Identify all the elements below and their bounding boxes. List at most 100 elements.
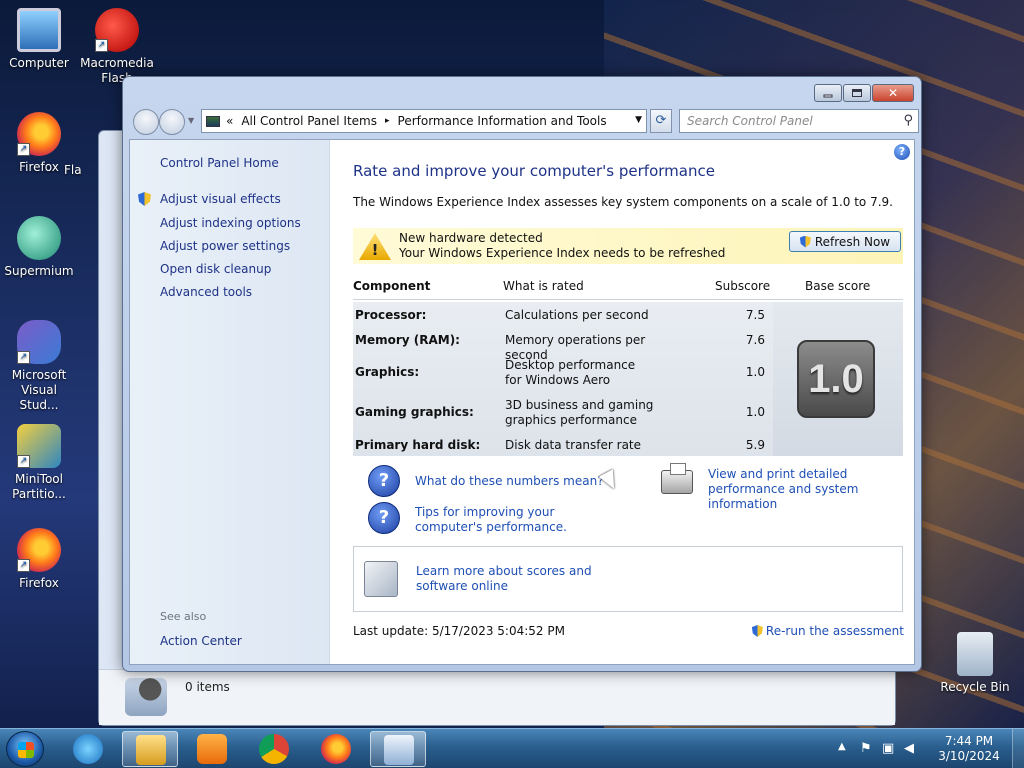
notice-title: New hardware detected — [399, 231, 543, 245]
shortcut-arrow-icon: ↗ — [17, 143, 30, 156]
page-description: The Windows Experience Index assesses ke… — [353, 195, 893, 209]
desktop-icon-visual-studio[interactable]: ↗ Microsoft Visual Stud... — [0, 320, 78, 413]
what-do-numbers-mean-link[interactable]: What do these numbers mean? — [415, 474, 604, 489]
close-button[interactable]: ✕ — [872, 84, 914, 102]
notice-message: Your Windows Experience Index needs to b… — [399, 246, 726, 260]
uac-shield-icon — [799, 235, 811, 248]
recycle-bin-icon — [957, 632, 993, 676]
address-bar[interactable]: « All Control Panel Items ▸ Performance … — [201, 109, 647, 133]
subscore-cell: 1.0 — [745, 405, 765, 419]
status-bar: 0 items — [99, 669, 895, 725]
action-center-link[interactable]: Action Center — [160, 634, 242, 648]
view-print-details-link[interactable]: View and print detailed performance and … — [708, 467, 908, 512]
action-center-flag-icon[interactable]: ⚑ — [860, 741, 872, 756]
adjust-power-settings-link[interactable]: Adjust power settings — [160, 239, 290, 253]
breadcrumb-performance[interactable]: Performance Information and Tools — [398, 114, 607, 128]
desktop-icon-firefox-2[interactable]: ↗ Firefox — [0, 528, 78, 591]
taskbar-windows-explorer[interactable] — [122, 731, 178, 767]
taskbar-firefox[interactable] — [308, 731, 364, 767]
taskbar-control-panel[interactable] — [370, 731, 426, 767]
desktop-icon-minitool[interactable]: ↗ MiniTool Partitio... — [0, 424, 78, 502]
taskbar-internet-explorer[interactable] — [60, 731, 116, 767]
minimize-button[interactable] — [814, 84, 842, 102]
flash-icon: ↗ — [95, 8, 139, 52]
folder-explorer-icon — [136, 735, 166, 765]
help-icon[interactable]: ? — [894, 144, 910, 160]
open-disk-cleanup-link[interactable]: Open disk cleanup — [160, 262, 271, 276]
content-area: Control Panel Home Adjust visual effects… — [129, 139, 915, 665]
address-dropdown-icon[interactable]: ▼ — [635, 115, 642, 125]
network-icon[interactable]: ▣ — [882, 741, 894, 756]
breadcrumb-overflow[interactable]: « — [226, 114, 233, 128]
forward-button[interactable] — [159, 109, 185, 135]
close-icon: ✕ — [887, 86, 899, 100]
desktop-icon-label: Visual Stud... — [19, 383, 59, 412]
show-hidden-icons-icon[interactable]: ▲ — [838, 741, 846, 752]
table-row: Primary hard disk: Disk data transfer ra… — [353, 438, 773, 456]
firefox-icon: ↗ — [17, 528, 61, 572]
adjust-indexing-options-link[interactable]: Adjust indexing options — [160, 216, 301, 230]
adjust-visual-effects-link[interactable]: Adjust visual effects — [160, 192, 281, 206]
desktop-icon-computer[interactable]: Computer — [0, 8, 78, 71]
firefox-icon — [321, 734, 351, 764]
minimize-icon — [823, 94, 833, 98]
search-input[interactable]: Search Control Panel ⚲ — [679, 109, 919, 133]
breadcrumb-separator-icon[interactable]: ▸ — [385, 116, 390, 126]
search-icon[interactable]: ⚲ — [903, 113, 913, 128]
status-items-count: 0 items — [185, 680, 230, 694]
visual-studio-icon: ↗ — [17, 320, 61, 364]
taskbar-media-player[interactable] — [184, 731, 240, 767]
computer-icon — [17, 8, 61, 52]
hardware-notice-bar: New hardware detected Your Windows Exper… — [353, 228, 903, 264]
rerun-assessment-link[interactable]: Re-run the assessment — [751, 624, 904, 638]
refresh-now-button[interactable]: Refresh Now — [789, 231, 901, 252]
minitool-icon: ↗ — [17, 424, 61, 468]
desktop-icon-label: MiniTool — [15, 472, 63, 486]
last-update-text: Last update: 5/17/2023 5:04:52 PM — [353, 624, 565, 638]
start-button[interactable] — [6, 731, 44, 767]
back-button[interactable] — [133, 109, 159, 135]
rated-cell: Disk data transfer rate — [505, 438, 642, 452]
desktop-icon-macromedia-flash[interactable]: ↗ Macromedia Flash — [78, 8, 156, 86]
desktop-icon-recycle-bin[interactable]: Recycle Bin — [936, 632, 1014, 695]
uac-shield-icon — [138, 192, 151, 206]
column-header-what-is-rated: What is rated — [503, 279, 584, 293]
volume-muted-icon[interactable]: ◀ — [904, 741, 914, 756]
shortcut-arrow-icon: ↗ — [17, 455, 30, 468]
table-row: Processor: Calculations per second 7.5 — [353, 308, 773, 328]
maximize-button[interactable] — [843, 84, 871, 102]
subscore-cell: 7.5 — [745, 308, 765, 322]
performance-window[interactable]: ✕ ▼ « All Control Panel Items ▸ Performa… — [122, 76, 922, 672]
clock-date: 3/10/2024 — [938, 749, 1000, 763]
desktop-icon-label: Firefox — [19, 576, 59, 590]
component-cell: Gaming graphics: — [355, 405, 474, 419]
clock[interactable]: 7:44 PM 3/10/2024 — [934, 734, 1004, 764]
tips-improving-performance-link[interactable]: Tips for improving your computer's perfo… — [415, 505, 625, 535]
chrome-icon — [259, 734, 289, 764]
rated-cell: 3D business and gaming graphics performa… — [505, 398, 654, 427]
taskbar-chrome[interactable] — [246, 731, 302, 767]
control-panel-icon — [384, 735, 414, 765]
firefox-icon: ↗ — [17, 112, 61, 156]
learn-more-scores-link[interactable]: Learn more about scores and software onl… — [416, 564, 636, 594]
component-cell: Primary hard disk: — [355, 438, 481, 452]
base-score-badge: 1.0 — [797, 340, 875, 418]
taskbar: ▲ ⚑ ▣ ◀ 7:44 PM 3/10/2024 — [0, 728, 1024, 768]
table-row: Memory (RAM): Memory operations per seco… — [353, 333, 773, 362]
desktop-icon-label: Partitio... — [12, 487, 66, 501]
software-box-icon — [364, 561, 398, 597]
learn-more-box: Learn more about scores and software onl… — [353, 546, 903, 612]
shortcut-arrow-icon: ↗ — [17, 559, 30, 572]
base-score-panel: 1.0 — [773, 302, 903, 456]
desktop-icon-supermium[interactable]: Supermium — [0, 216, 78, 279]
advanced-tools-link[interactable]: Advanced tools — [160, 285, 252, 299]
window-controls: ✕ — [814, 84, 914, 102]
control-panel-home-link[interactable]: Control Panel Home — [160, 156, 279, 170]
breadcrumb-all-control-panel-items[interactable]: All Control Panel Items — [241, 114, 377, 128]
show-desktop-button[interactable] — [1012, 729, 1024, 768]
desktop-icon-label: Computer — [9, 56, 69, 70]
navigation-bar: ▼ « All Control Panel Items ▸ Performanc… — [131, 107, 919, 135]
column-header-base-score: Base score — [805, 279, 871, 293]
refresh-button[interactable]: ⟳ — [650, 109, 672, 133]
recent-pages-dropdown-icon[interactable]: ▼ — [188, 116, 194, 125]
